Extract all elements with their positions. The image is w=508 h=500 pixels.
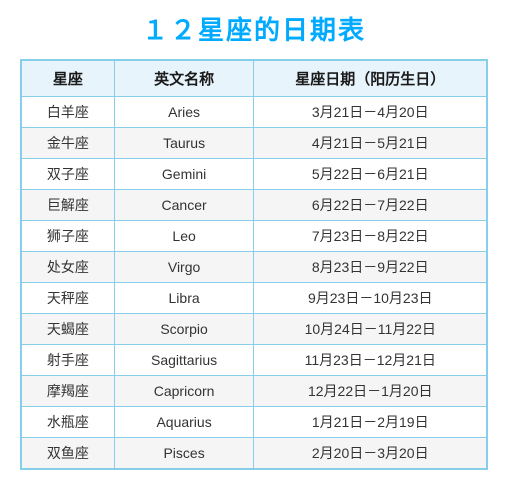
header-date: 星座日期（阳历生日） [254, 60, 487, 97]
cell-date: 5月22日－6月21日 [254, 159, 487, 190]
cell-english: Libra [114, 283, 254, 314]
cell-english: Scorpio [114, 314, 254, 345]
page-title: １２星座的日期表 [142, 10, 366, 47]
cell-chinese: 射手座 [21, 345, 114, 376]
cell-date: 6月22日－7月22日 [254, 190, 487, 221]
cell-english: Aquarius [114, 407, 254, 438]
header-english: 英文名称 [114, 60, 254, 97]
cell-english: Cancer [114, 190, 254, 221]
cell-chinese: 天蝎座 [21, 314, 114, 345]
cell-date: 12月22日－1月20日 [254, 376, 487, 407]
cell-date: 10月24日－11月22日 [254, 314, 487, 345]
cell-english: Pisces [114, 438, 254, 470]
cell-chinese: 双子座 [21, 159, 114, 190]
table-row: 狮子座Leo7月23日－8月22日 [21, 221, 487, 252]
cell-date: 1月21日－2月19日 [254, 407, 487, 438]
cell-english: Taurus [114, 128, 254, 159]
table-row: 天秤座Libra9月23日－10月23日 [21, 283, 487, 314]
cell-english: Sagittarius [114, 345, 254, 376]
header-chinese: 星座 [21, 60, 114, 97]
table-row: 天蝎座Scorpio10月24日－11月22日 [21, 314, 487, 345]
table-row: 白羊座Aries3月21日－4月20日 [21, 97, 487, 128]
cell-chinese: 处女座 [21, 252, 114, 283]
cell-english: Gemini [114, 159, 254, 190]
table-row: 双子座Gemini5月22日－6月21日 [21, 159, 487, 190]
cell-date: 7月23日－8月22日 [254, 221, 487, 252]
cell-date: 9月23日－10月23日 [254, 283, 487, 314]
zodiac-table: 星座 英文名称 星座日期（阳历生日） 白羊座Aries3月21日－4月20日金牛… [20, 59, 488, 470]
cell-date: 2月20日－3月20日 [254, 438, 487, 470]
cell-chinese: 天秤座 [21, 283, 114, 314]
table-row: 金牛座Taurus4月21日－5月21日 [21, 128, 487, 159]
table-header-row: 星座 英文名称 星座日期（阳历生日） [21, 60, 487, 97]
cell-english: Capricorn [114, 376, 254, 407]
table-row: 处女座Virgo8月23日－9月22日 [21, 252, 487, 283]
cell-chinese: 金牛座 [21, 128, 114, 159]
cell-date: 11月23日－12月21日 [254, 345, 487, 376]
table-row: 射手座Sagittarius11月23日－12月21日 [21, 345, 487, 376]
table-row: 双鱼座Pisces2月20日－3月20日 [21, 438, 487, 470]
cell-english: Aries [114, 97, 254, 128]
cell-date: 8月23日－9月22日 [254, 252, 487, 283]
cell-date: 4月21日－5月21日 [254, 128, 487, 159]
cell-english: Leo [114, 221, 254, 252]
cell-english: Virgo [114, 252, 254, 283]
cell-chinese: 摩羯座 [21, 376, 114, 407]
cell-chinese: 双鱼座 [21, 438, 114, 470]
cell-date: 3月21日－4月20日 [254, 97, 487, 128]
cell-chinese: 狮子座 [21, 221, 114, 252]
table-row: 巨解座Cancer6月22日－7月22日 [21, 190, 487, 221]
table-row: 摩羯座Capricorn12月22日－1月20日 [21, 376, 487, 407]
cell-chinese: 水瓶座 [21, 407, 114, 438]
table-row: 水瓶座Aquarius1月21日－2月19日 [21, 407, 487, 438]
cell-chinese: 白羊座 [21, 97, 114, 128]
cell-chinese: 巨解座 [21, 190, 114, 221]
